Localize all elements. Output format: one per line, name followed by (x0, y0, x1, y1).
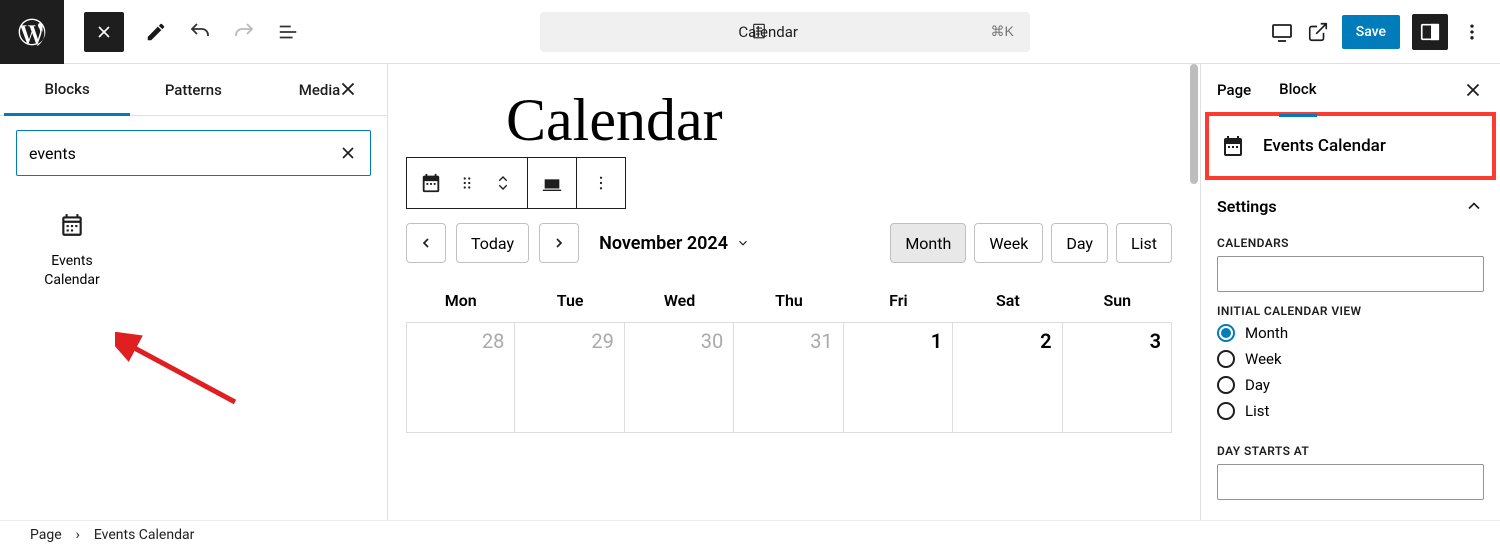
block-result-events-calendar[interactable]: Events Calendar (12, 212, 132, 290)
block-search-input-wrapper (16, 130, 371, 176)
drag-handle-icon[interactable] (455, 171, 479, 195)
calendar-cell[interactable]: 1 (844, 323, 953, 433)
settings-sidebar-toggle[interactable] (1412, 14, 1448, 50)
calendar-cell[interactable]: 3 (1063, 323, 1172, 433)
editor-canvas: Calendar Today November 2024 Month Week … (388, 64, 1190, 520)
close-icon[interactable] (337, 78, 359, 100)
calendar-cell[interactable]: 28 (406, 323, 515, 433)
breadcrumb: Page › Events Calendar (0, 520, 1500, 548)
document-bar: Calendar ⌘K (300, 12, 1270, 52)
tab-blocks[interactable]: Blocks (4, 65, 130, 116)
radio-day[interactable]: Day (1217, 376, 1484, 394)
tab-media[interactable]: Media (256, 64, 382, 115)
wordpress-logo[interactable] (0, 0, 64, 64)
command-shortcut: ⌘K (991, 23, 1014, 40)
day-header: Sat (953, 279, 1062, 322)
radio-week[interactable]: Week (1217, 350, 1484, 368)
calendars-input[interactable] (1217, 256, 1484, 292)
month-label[interactable]: November 2024 (599, 233, 750, 254)
calendar-cell[interactable]: 29 (515, 323, 624, 433)
editor-topbar: Calendar ⌘K Save (0, 0, 1500, 64)
tab-page[interactable]: Page (1217, 64, 1251, 116)
calendar-cell[interactable]: 31 (734, 323, 843, 433)
tab-block[interactable]: Block (1279, 65, 1316, 117)
view-week-button[interactable]: Week (974, 223, 1043, 263)
annotation-arrow (115, 332, 245, 412)
save-button[interactable]: Save (1342, 15, 1400, 49)
edit-icon[interactable] (144, 20, 168, 44)
breadcrumb-root[interactable]: Page (30, 527, 62, 543)
toolbar-left-tools (144, 20, 300, 44)
initial-view-label: INITIAL CALENDAR VIEW (1201, 304, 1500, 318)
breadcrumb-current[interactable]: Events Calendar (94, 527, 194, 543)
inserter-tabs: Blocks Patterns Media (0, 64, 387, 116)
block-card-title: Events Calendar (1263, 136, 1386, 156)
day-starts-at-label: DAY STARTS AT (1201, 444, 1500, 458)
settings-sidebar: Page Block Events Calendar Settings CALE… (1200, 64, 1500, 520)
more-block-icon[interactable] (589, 171, 613, 195)
initial-view-radios: Month Week Day List (1201, 318, 1500, 436)
prev-month-button[interactable] (406, 223, 446, 263)
calendar-body: 28 29 30 31 1 2 3 (406, 322, 1172, 433)
canvas-scrollbar[interactable] (1190, 64, 1198, 520)
day-header: Thu (734, 279, 843, 322)
next-month-button[interactable] (539, 223, 579, 263)
move-updown-icon[interactable] (491, 171, 515, 195)
undo-icon[interactable] (188, 20, 212, 44)
calendar-grid: Mon Tue Wed Thu Fri Sat Sun 28 29 30 31 … (406, 279, 1172, 433)
calendars-label: CALENDARS (1201, 236, 1500, 250)
view-day-button[interactable]: Day (1051, 223, 1108, 263)
calendar-cell[interactable]: 2 (953, 323, 1062, 433)
day-header: Sun (1063, 279, 1172, 322)
block-search-input[interactable] (29, 144, 338, 163)
chevron-right-icon: › (76, 527, 80, 543)
view-list-button[interactable]: List (1116, 223, 1172, 263)
tab-patterns[interactable]: Patterns (130, 64, 256, 115)
close-sidebar-icon[interactable] (1462, 79, 1484, 101)
view-switch: Month Week Day List (890, 223, 1172, 263)
redo-icon[interactable] (232, 20, 256, 44)
calendar-icon (1221, 134, 1245, 158)
clear-search-icon[interactable] (338, 143, 358, 163)
calendar-block-icon[interactable] (419, 171, 443, 195)
page-icon (750, 22, 770, 42)
view-month-button[interactable]: Month (890, 223, 966, 263)
day-header: Wed (625, 279, 734, 322)
day-header: Mon (406, 279, 515, 322)
calendar-icon (12, 212, 132, 238)
calendar-cell[interactable]: 30 (625, 323, 734, 433)
document-bar-button[interactable]: Calendar ⌘K (540, 12, 1030, 52)
day-header: Tue (515, 279, 624, 322)
today-button[interactable]: Today (456, 223, 529, 263)
external-link-icon[interactable] (1306, 20, 1330, 44)
view-icon[interactable] (1270, 20, 1294, 44)
block-result-label: Events Calendar (12, 252, 132, 290)
block-inserter-panel: Blocks Patterns Media Events Calendar (0, 64, 388, 520)
block-card-highlight: Events Calendar (1205, 112, 1496, 180)
day-header: Fri (844, 279, 953, 322)
toolbar-right-tools: Save (1270, 14, 1484, 50)
outline-icon[interactable] (276, 20, 300, 44)
close-inserter-button[interactable] (84, 12, 124, 52)
settings-section-toggle[interactable]: Settings (1201, 184, 1500, 228)
block-toolbar (406, 157, 626, 209)
day-starts-at-input[interactable] (1217, 464, 1484, 500)
more-options-icon[interactable] (1460, 20, 1484, 44)
align-icon[interactable] (540, 171, 564, 195)
sidebar-tabs: Page Block (1201, 64, 1500, 116)
calendar-nav: Today November 2024 Month Week Day List (406, 223, 1172, 263)
radio-month[interactable]: Month (1217, 324, 1484, 342)
radio-list[interactable]: List (1217, 402, 1484, 420)
page-title[interactable]: Calendar (506, 86, 1172, 155)
chevron-up-icon (1464, 196, 1484, 216)
calendar-head: Mon Tue Wed Thu Fri Sat Sun (406, 279, 1172, 322)
